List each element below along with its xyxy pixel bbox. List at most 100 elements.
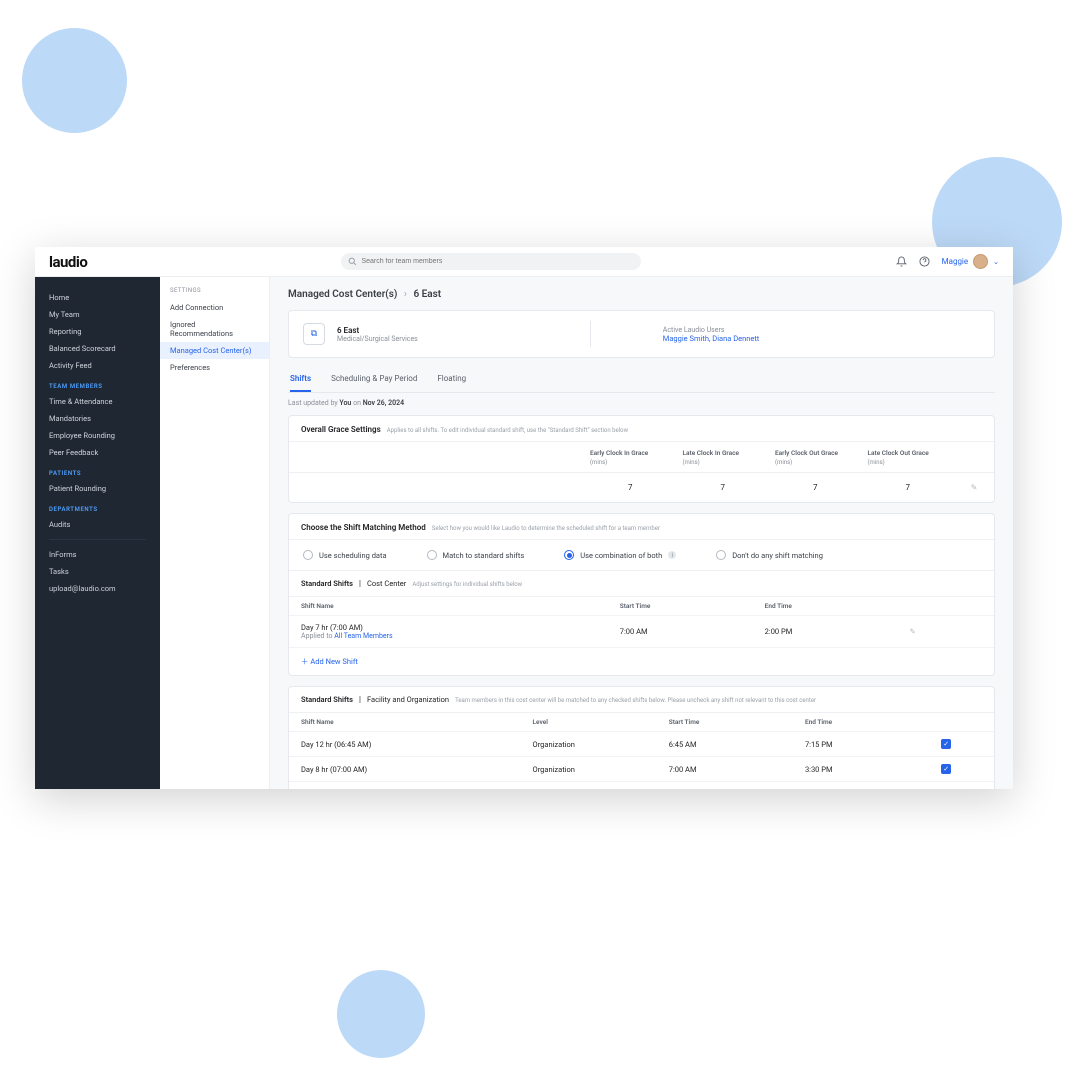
add-new-shift-link[interactable]: ＋ Add New Shift — [289, 647, 994, 675]
shift-matching-option[interactable]: Don't do any shift matching — [716, 550, 823, 560]
sidebar-section-patients: PATIENTS — [35, 461, 160, 480]
sidebar-item[interactable]: Audits — [35, 516, 160, 533]
start-time: 7:00 AM — [669, 765, 805, 774]
grace-col-header: Early Clock In Grace — [584, 442, 677, 459]
tab[interactable]: Scheduling & Pay Period — [331, 368, 417, 392]
org-shift-row: Evening 8 hr (03:00 PM)Organization3:00 … — [289, 781, 994, 789]
spacer — [289, 459, 584, 472]
chevron-right-icon: › — [404, 289, 407, 300]
sidebar-section-team: TEAM MEMBERS — [35, 374, 160, 393]
matching-title: Choose the Shift Matching Method — [301, 523, 426, 532]
sidebar-item[interactable]: Reporting — [35, 323, 160, 340]
settings-sidebar: SETTINGS Add ConnectionIgnored Recommend… — [160, 277, 270, 789]
shift-name: Day 12 hr (06:45 AM) — [301, 740, 533, 749]
sidebar-item[interactable]: My Team — [35, 306, 160, 323]
user-name: Maggie — [942, 257, 969, 266]
unit-header-card: ⧉ 6 East Medical/Surgical Services Activ… — [288, 310, 995, 358]
sidebar: HomeMy TeamReportingBalanced ScorecardAc… — [35, 277, 160, 789]
breadcrumb-leaf: 6 East — [413, 289, 441, 300]
main-content: Managed Cost Center(s) › 6 East ⧉ 6 East… — [270, 277, 1013, 789]
sidebar-item[interactable]: upload@laudio.com — [35, 580, 160, 597]
sidebar-item[interactable]: Time & Attendance — [35, 393, 160, 410]
sidebar-item[interactable]: Activity Feed — [35, 357, 160, 374]
org-shift-row: Day 12 hr (06:45 AM)Organization6:45 AM7… — [289, 731, 994, 756]
active-users: Maggie Smith, Diana Dennett — [663, 334, 759, 343]
grace-col-unit: (mins) — [862, 459, 955, 472]
shift-matching-option[interactable]: Use scheduling data — [303, 550, 387, 560]
help-icon[interactable] — [919, 256, 930, 267]
col-start: Start Time — [620, 602, 765, 610]
info-icon[interactable]: i — [668, 551, 676, 559]
end-time: 2:00 PM — [765, 627, 910, 636]
shift-checkbox[interactable]: ✓ — [941, 739, 951, 749]
search-icon — [348, 257, 357, 266]
shift-matching-card: Choose the Shift Matching Method Select … — [288, 513, 995, 676]
sidebar-item[interactable]: Employee Rounding — [35, 427, 160, 444]
shift-matching-option[interactable]: Match to standard shifts — [427, 550, 525, 560]
settings-item[interactable]: Ignored Recommendations — [160, 316, 269, 342]
shift-name: Day 7 hr (7:00 AM) — [301, 623, 620, 632]
edit-icon[interactable]: ✎ — [910, 627, 982, 636]
radio-icon — [564, 550, 574, 560]
grace-value: 7 — [862, 472, 955, 502]
bell-icon[interactable] — [896, 256, 907, 267]
radio-icon — [303, 550, 313, 560]
shift-matching-option[interactable]: Use combination of bothi — [564, 550, 676, 560]
app-window: laudio Maggie ⌄ HomeMy TeamReportingBala — [35, 247, 1013, 789]
col-shift-name: Shift Name — [301, 602, 620, 610]
grace-col-unit: (mins) — [769, 459, 862, 472]
spacer — [954, 459, 994, 472]
start-time: 7:00 AM — [620, 627, 765, 636]
grace-hint: Applies to all shifts. To edit individua… — [387, 427, 628, 434]
radio-icon — [716, 550, 726, 560]
breadcrumb: Managed Cost Center(s) › 6 East — [288, 289, 995, 300]
org-shifts-card: Standard Shifts | Facility and Organizat… — [288, 686, 995, 789]
end-time: 7:15 PM — [805, 740, 941, 749]
sidebar-item[interactable]: Tasks — [35, 563, 160, 580]
sidebar-item[interactable]: Balanced Scorecard — [35, 340, 160, 357]
grace-value: 7 — [584, 472, 677, 502]
grace-col-header: Late Clock Out Grace — [862, 442, 955, 459]
applied-to-link[interactable]: All Team Members — [334, 632, 392, 640]
decorative-circle — [337, 970, 425, 1058]
search-input[interactable] — [341, 253, 641, 270]
grace-title: Overall Grace Settings — [301, 425, 381, 434]
start-time: 6:45 AM — [669, 740, 805, 749]
tab[interactable]: Floating — [437, 368, 466, 392]
radio-icon — [427, 550, 437, 560]
org-shifts-label-2: Facility and Organization — [367, 695, 449, 704]
tab[interactable]: Shifts — [290, 368, 311, 392]
grace-value: 7 — [769, 472, 862, 502]
end-time: 3:30 PM — [805, 765, 941, 774]
shift-level: Organization — [533, 740, 669, 749]
cc-shift-row: Day 7 hr (7:00 AM)Applied to All Team Me… — [289, 615, 994, 647]
org-shift-row: Day 8 hr (07:00 AM)Organization7:00 AM3:… — [289, 756, 994, 781]
cc-shifts-label-1: Standard Shifts — [301, 579, 353, 588]
shift-checkbox[interactable]: ✓ — [941, 764, 951, 774]
unit-department: Medical/Surgical Services — [337, 335, 418, 343]
sidebar-section-departments: DEPARTMENTS — [35, 497, 160, 516]
grace-col-unit: (mins) — [584, 459, 677, 472]
topbar: laudio Maggie ⌄ — [35, 247, 1013, 277]
sidebar-item[interactable]: Patient Rounding — [35, 480, 160, 497]
breadcrumb-root[interactable]: Managed Cost Center(s) — [288, 289, 397, 300]
settings-item[interactable]: Add Connection — [160, 299, 269, 316]
cc-shifts-label-2: Cost Center — [367, 579, 406, 588]
grace-col-header: Early Clock Out Grace — [769, 442, 862, 459]
matching-hint: Select how you would like Laudio to dete… — [432, 525, 660, 532]
sidebar-item[interactable]: Peer Feedback — [35, 444, 160, 461]
sidebar-item[interactable]: Mandatories — [35, 410, 160, 427]
settings-item[interactable]: Preferences — [160, 359, 269, 376]
user-menu[interactable]: Maggie ⌄ — [942, 254, 999, 269]
edit-icon[interactable]: ✎ — [954, 472, 994, 502]
avatar — [973, 254, 988, 269]
tab-bar: Shifts Scheduling & Pay Period Floating — [288, 368, 995, 393]
grace-settings-card: Overall Grace Settings Applies to all sh… — [288, 415, 995, 503]
active-users-label: Active Laudio Users — [663, 326, 759, 334]
shift-name: Day 8 hr (07:00 AM) — [301, 765, 533, 774]
sidebar-item[interactable]: InForms — [35, 546, 160, 563]
brand-logo: laudio — [49, 253, 87, 271]
settings-item[interactable]: Managed Cost Center(s) — [160, 342, 269, 359]
sidebar-item[interactable]: Home — [35, 289, 160, 306]
chevron-down-icon: ⌄ — [993, 258, 999, 266]
